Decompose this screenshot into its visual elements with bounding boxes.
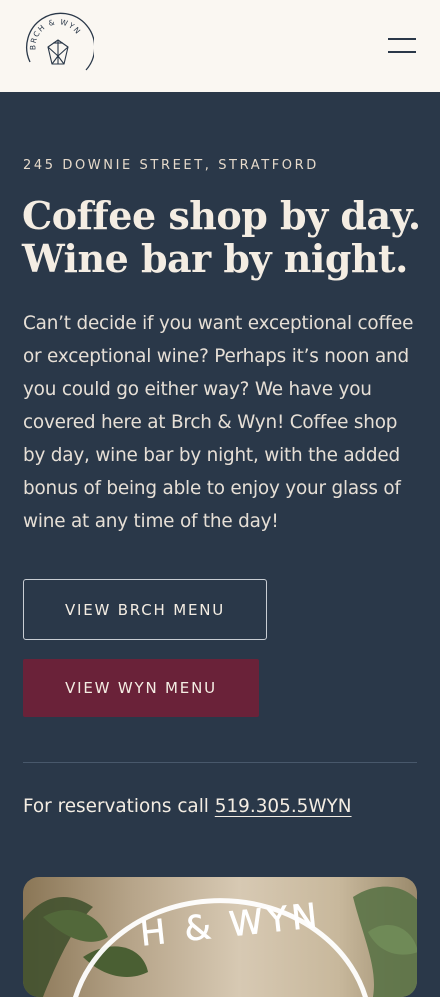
divider [23, 762, 417, 763]
view-wyn-menu-button[interactable]: VIEW WYN MENU [23, 659, 259, 717]
menu-line-bottom [388, 51, 416, 53]
hero-section: 245 DOWNIE STREET, STRATFORD Coffee shop… [0, 92, 440, 997]
svg-text:BRCH & WYN: BRCH & WYN [28, 17, 82, 50]
intro-paragraph: Can’t decide if you want exceptional cof… [23, 313, 414, 532]
brch-wyn-logo[interactable]: BRCH & WYN [22, 12, 94, 84]
cafe-sign-photo: H & WYN [23, 877, 417, 997]
headline-line-1: Coffee shop by day. [22, 193, 421, 238]
page-title: Coffee shop by day. Wine bar by night. [22, 194, 422, 280]
logo-text: BRCH & WYN [28, 17, 81, 50]
hamburger-icon[interactable] [388, 36, 416, 56]
phone-link[interactable]: 519.305.5WYN [215, 796, 352, 817]
site-header: BRCH & WYN [0, 0, 440, 92]
headline-line-2: Wine bar by night. [22, 236, 408, 281]
view-brch-menu-button[interactable]: VIEW BRCH MENU [23, 579, 267, 640]
menu-line-top [388, 38, 416, 40]
reservations-label: For reservations call [23, 796, 215, 817]
reservations-text: For reservations call 519.305.5WYN [23, 794, 352, 820]
sign-text: H & WYN [138, 896, 323, 955]
photo-illustration: H & WYN [23, 886, 417, 997]
address: 245 DOWNIE STREET, STRATFORD [23, 158, 319, 173]
